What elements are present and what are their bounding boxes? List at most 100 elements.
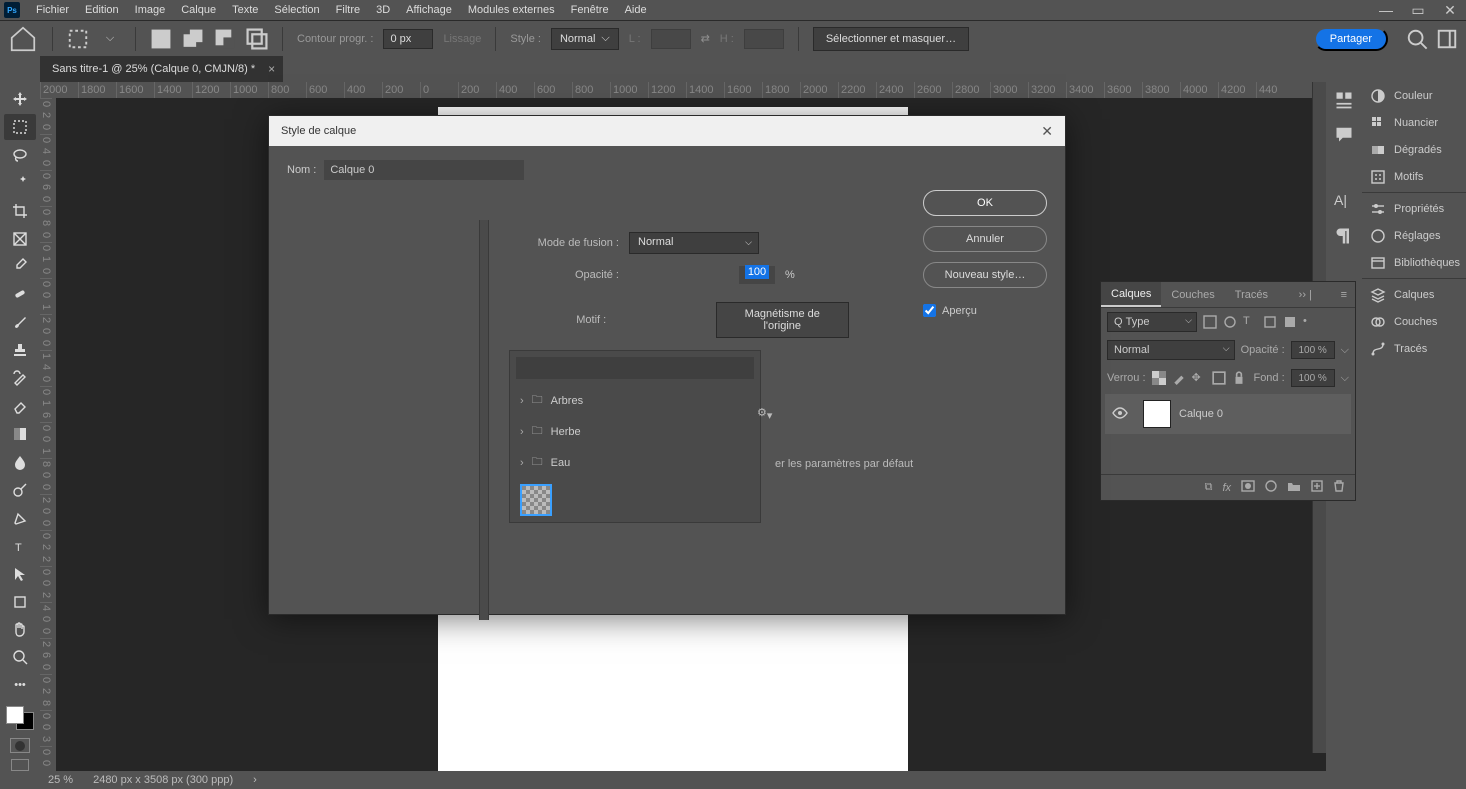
doc-info[interactable]: 2480 px x 3508 px (300 ppp) bbox=[93, 774, 233, 786]
panel-couleur[interactable]: Couleur bbox=[1362, 82, 1466, 109]
lock-artboard-icon[interactable] bbox=[1212, 371, 1226, 385]
more-tools-icon[interactable]: ••• bbox=[4, 672, 36, 698]
marquee-tool-icon[interactable] bbox=[4, 114, 36, 140]
filter-type-icon[interactable]: T bbox=[1243, 315, 1257, 329]
link-layers-icon[interactable]: ⧉ bbox=[1205, 481, 1213, 494]
menu-fenetre[interactable]: Fenêtre bbox=[563, 4, 617, 16]
gradient-tool-icon[interactable] bbox=[4, 421, 36, 447]
quickmask-icon[interactable] bbox=[10, 738, 30, 752]
lock-pixels-icon[interactable] bbox=[1172, 371, 1186, 385]
close-tab-icon[interactable]: × bbox=[268, 62, 275, 76]
layer-thumbnail[interactable] bbox=[1143, 400, 1171, 428]
dodge-tool-icon[interactable] bbox=[4, 477, 36, 503]
brush-tool-icon[interactable] bbox=[4, 309, 36, 335]
panel-reglages[interactable]: Réglages bbox=[1362, 222, 1466, 249]
cancel-button[interactable]: Annuler bbox=[923, 226, 1047, 252]
new-layer-icon[interactable] bbox=[1311, 480, 1323, 495]
lock-position-icon[interactable]: ✥ bbox=[1192, 371, 1206, 385]
menu-modules[interactable]: Modules externes bbox=[460, 4, 563, 16]
menu-3d[interactable]: 3D bbox=[368, 4, 398, 16]
menu-edition[interactable]: Edition bbox=[77, 4, 127, 16]
lasso-tool-icon[interactable] bbox=[4, 142, 36, 168]
crop-tool-icon[interactable] bbox=[4, 198, 36, 224]
menu-image[interactable]: Image bbox=[127, 4, 174, 16]
panel-degrades[interactable]: Dégradés bbox=[1362, 136, 1466, 163]
panel-bibliotheques[interactable]: Bibliothèques bbox=[1362, 249, 1466, 276]
blur-tool-icon[interactable] bbox=[4, 449, 36, 475]
character-panel-icon[interactable]: A| bbox=[1334, 192, 1354, 212]
lock-transparent-icon[interactable] bbox=[1152, 371, 1166, 385]
menu-affichage[interactable]: Affichage bbox=[398, 4, 460, 16]
panel-traces[interactable]: Tracés bbox=[1362, 335, 1466, 362]
pattern-settings-icon[interactable]: ⚙▾ bbox=[757, 406, 772, 422]
new-style-button[interactable]: Nouveau style… bbox=[923, 262, 1047, 288]
screenmode-icon[interactable] bbox=[11, 759, 29, 771]
home-button[interactable] bbox=[8, 25, 38, 53]
panel-couches[interactable]: Couches bbox=[1362, 308, 1466, 335]
hand-tool-icon[interactable] bbox=[4, 617, 36, 643]
panel-menu-icon[interactable]: ≡ bbox=[1333, 289, 1355, 301]
lock-all-icon[interactable] bbox=[1232, 371, 1246, 385]
panel-motifs[interactable]: Motifs bbox=[1362, 163, 1466, 190]
mask-icon[interactable] bbox=[1241, 480, 1255, 495]
properties-collapsed-icon[interactable] bbox=[1334, 90, 1354, 110]
opacity-input[interactable]: 100 bbox=[739, 266, 775, 284]
layer-name[interactable]: Calque 0 bbox=[1179, 408, 1223, 420]
intersect-selection-icon[interactable] bbox=[246, 28, 268, 50]
paragraph-panel-icon[interactable] bbox=[1334, 226, 1354, 246]
document-tab[interactable]: Sans titre-1 @ 25% (Calque 0, CMJN/8) * … bbox=[40, 56, 283, 82]
color-swatches[interactable] bbox=[6, 706, 34, 730]
pattern-thumbnail-selected[interactable] bbox=[520, 484, 552, 516]
window-close-icon[interactable]: ✕ bbox=[1434, 0, 1466, 20]
window-minimize-icon[interactable]: — bbox=[1370, 0, 1402, 20]
menu-selection[interactable]: Sélection bbox=[266, 4, 327, 16]
preview-checkbox[interactable] bbox=[923, 304, 936, 317]
visibility-icon[interactable] bbox=[1105, 407, 1135, 422]
pen-tool-icon[interactable] bbox=[4, 505, 36, 531]
panel-nuancier[interactable]: Nuancier bbox=[1362, 109, 1466, 136]
select-and-mask-button[interactable]: Sélectionner et masquer… bbox=[813, 27, 969, 51]
layer-filter-dropdown[interactable]: Q Type bbox=[1107, 312, 1197, 332]
filter-toggle-icon[interactable]: • bbox=[1303, 315, 1317, 329]
tab-calques[interactable]: Calques bbox=[1101, 282, 1161, 307]
menu-calque[interactable]: Calque bbox=[173, 4, 224, 16]
pattern-search[interactable] bbox=[516, 357, 754, 379]
dialog-titlebar[interactable]: Style de calque ✕ bbox=[269, 116, 1065, 146]
menu-filtre[interactable]: Filtre bbox=[328, 4, 368, 16]
filter-image-icon[interactable] bbox=[1203, 315, 1217, 329]
doc-info-chevron-icon[interactable]: › bbox=[253, 774, 257, 786]
healing-tool-icon[interactable] bbox=[4, 281, 36, 307]
eraser-tool-icon[interactable] bbox=[4, 393, 36, 419]
wand-tool-icon[interactable] bbox=[4, 170, 36, 196]
tab-couches[interactable]: Couches bbox=[1161, 282, 1224, 307]
comments-icon[interactable] bbox=[1334, 124, 1354, 144]
opacity-chevron-icon[interactable]: ⌵ bbox=[1341, 344, 1349, 357]
snap-origin-button[interactable]: Magnétisme de l'origine bbox=[716, 302, 849, 338]
group-icon[interactable] bbox=[1287, 480, 1301, 495]
shape-tool-icon[interactable] bbox=[4, 589, 36, 615]
search-icon[interactable] bbox=[1406, 28, 1428, 50]
frame-tool-icon[interactable] bbox=[4, 226, 36, 252]
name-input[interactable] bbox=[324, 160, 524, 180]
adjustment-layer-icon[interactable] bbox=[1265, 480, 1277, 495]
subtract-selection-icon[interactable] bbox=[214, 28, 236, 50]
tab-traces[interactable]: Tracés bbox=[1225, 282, 1278, 307]
menu-aide[interactable]: Aide bbox=[617, 4, 655, 16]
layer-row[interactable]: Calque 0 bbox=[1105, 394, 1351, 434]
stamp-tool-icon[interactable] bbox=[4, 337, 36, 363]
menu-texte[interactable]: Texte bbox=[224, 4, 266, 16]
share-button[interactable]: Partager bbox=[1314, 27, 1388, 51]
menu-fichier[interactable]: Fichier bbox=[28, 4, 77, 16]
eyedropper-tool-icon[interactable] bbox=[4, 254, 36, 280]
delete-layer-icon[interactable] bbox=[1333, 480, 1345, 495]
blend-mode-dropdown[interactable]: Normal bbox=[1107, 340, 1235, 360]
panel-collapse-icon[interactable]: ›› | bbox=[1291, 289, 1320, 301]
zoom-tool-icon[interactable] bbox=[4, 644, 36, 670]
fx-icon[interactable]: fx bbox=[1222, 482, 1231, 494]
filter-shape-icon[interactable] bbox=[1263, 315, 1277, 329]
move-tool-icon[interactable] bbox=[4, 86, 36, 112]
zoom-level[interactable]: 25 % bbox=[48, 774, 73, 786]
fill-value[interactable]: 100 % bbox=[1291, 369, 1335, 387]
filter-adjust-icon[interactable] bbox=[1223, 315, 1237, 329]
panel-calques[interactable]: Calques bbox=[1362, 281, 1466, 308]
